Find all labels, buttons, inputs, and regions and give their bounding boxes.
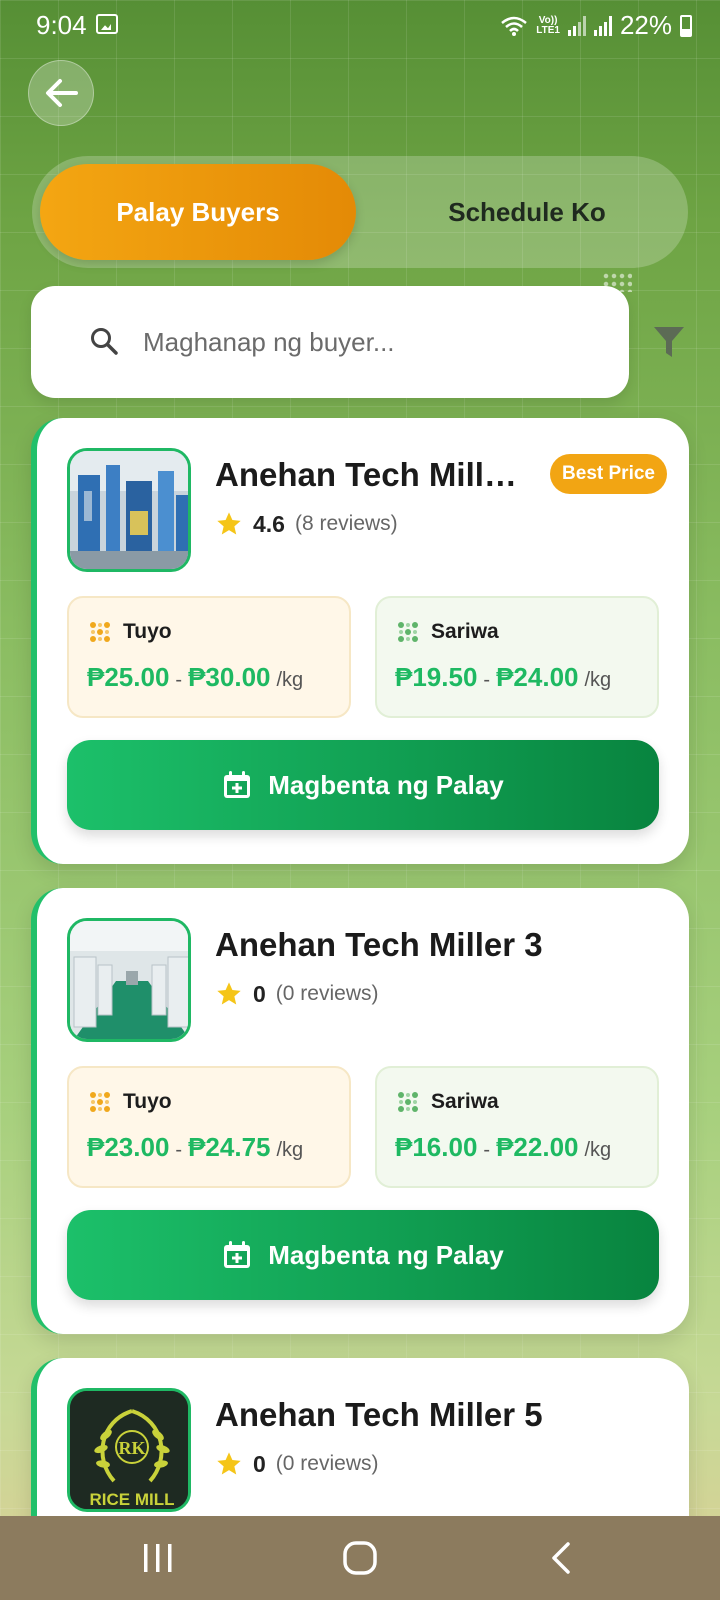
rating-value: 0 [253, 980, 266, 1007]
price-unit: /kg [276, 1139, 304, 1161]
price-dry-max: ₱30.00 [188, 662, 271, 692]
signal-1-icon [567, 15, 586, 36]
review-count: (0 reviews) [275, 1452, 379, 1475]
price-fresh-label: Sariwa [431, 1090, 499, 1113]
back-button[interactable] [28, 60, 94, 126]
price-dry-label: Tuyo [123, 620, 172, 643]
home-icon[interactable] [340, 1538, 380, 1578]
gallery-notification-icon [96, 14, 118, 34]
search-icon [91, 328, 118, 355]
rating-value: 4.6 [253, 510, 285, 537]
star-icon [217, 1452, 241, 1475]
rice-mill-logo: RK RICE MILL [70, 1391, 188, 1509]
price-dry-label: Tuyo [123, 1090, 172, 1113]
price-dry-max: ₱24.75 [188, 1132, 271, 1162]
price-unit: /kg [584, 1139, 612, 1161]
price-fresh-max: ₱24.00 [496, 662, 579, 692]
buyer-rating: 0 (0 reviews) [215, 980, 378, 1008]
price-dry-min: ₱23.00 [87, 1132, 170, 1162]
price-fresh-label: Sariwa [431, 620, 499, 643]
price-dry-box: Tuyo ₱23.00 - ₱24.75 /kg [67, 1066, 351, 1188]
tab-schedule-ko[interactable]: Schedule Ko [372, 164, 682, 260]
sell-palay-button[interactable]: Magbenta ng Palay [67, 740, 659, 830]
grain-dots-icon [398, 1092, 418, 1112]
grain-dots-icon [90, 1092, 110, 1112]
price-dry-min: ₱25.00 [87, 662, 170, 692]
grain-dots-icon [90, 622, 110, 642]
recent-apps-icon[interactable] [138, 1538, 178, 1578]
buyer-name[interactable]: Anehan Tech Miller 5 [215, 1396, 655, 1434]
review-count: (0 reviews) [275, 982, 379, 1005]
price-fresh-box: Sariwa ₱19.50 - ₱24.00 /kg [375, 596, 659, 718]
logo-initials: RK [119, 1438, 146, 1458]
back-nav-icon[interactable] [542, 1538, 582, 1578]
review-count: (8 reviews) [294, 512, 398, 535]
status-time: 9:04 [36, 10, 87, 40]
buyer-rating: 0 (0 reviews) [215, 1450, 378, 1478]
price-fresh-min: ₱19.50 [395, 662, 478, 692]
sell-palay-button[interactable]: Magbenta ng Palay [67, 1210, 659, 1300]
price-separator: - [483, 669, 491, 691]
price-unit: /kg [584, 669, 612, 691]
arrow-left-icon [46, 79, 78, 107]
price-fresh-box: Sariwa ₱16.00 - ₱22.00 /kg [375, 1066, 659, 1188]
price-dry-box: Tuyo ₱25.00 - ₱30.00 /kg [67, 596, 351, 718]
buyer-rating: 4.6 (8 reviews) [215, 510, 398, 538]
sell-palay-label: Magbenta ng Palay [268, 769, 504, 800]
network-type-label: Vo)) LTE1 [536, 14, 560, 36]
buyer-photo [67, 918, 191, 1042]
calendar-add-icon [224, 1241, 251, 1268]
signal-2-icon [593, 15, 612, 36]
price-unit: /kg [276, 669, 304, 691]
grain-dots-icon [398, 622, 418, 642]
search-input[interactable] [143, 316, 613, 368]
logo-rice-mill: RICE MILL [90, 1490, 175, 1509]
status-bar: 9:04 Vo)) LTE1 22% [0, 0, 720, 52]
price-separator: - [483, 1139, 491, 1161]
tab-palay-buyers[interactable]: Palay Buyers [40, 164, 356, 260]
system-nav-bar [0, 1516, 720, 1600]
buyer-logo: RK RICE MILL [67, 1388, 191, 1512]
buyer-card: Anehan Tech Miller... Best Price 4.6 (8 … [31, 418, 689, 864]
lte-label: LTE1 [536, 24, 560, 36]
star-icon [217, 982, 241, 1005]
buyer-name[interactable]: Anehan Tech Miller 3 [215, 926, 655, 964]
status-indicators: Vo)) LTE1 22% [500, 10, 692, 41]
sell-palay-label: Magbenta ng Palay [268, 1239, 504, 1270]
buyer-card: Anehan Tech Miller 3 0 (0 reviews) Tuyo … [31, 888, 689, 1334]
price-separator: - [175, 1139, 183, 1161]
price-fresh-min: ₱16.00 [395, 1132, 478, 1162]
best-price-badge: Best Price [550, 454, 667, 494]
buyer-name[interactable]: Anehan Tech Miller... [215, 456, 535, 494]
rating-value: 0 [253, 1450, 266, 1477]
search-box [31, 286, 629, 398]
wifi-icon [501, 16, 528, 36]
star-icon [217, 512, 241, 535]
battery-icon [680, 14, 692, 37]
battery-percent: 22% [619, 10, 672, 40]
price-fresh-max: ₱22.00 [496, 1132, 579, 1162]
price-separator: - [175, 669, 183, 691]
volte-label: Vo)) [538, 14, 558, 26]
filter-icon[interactable] [652, 324, 686, 360]
calendar-add-icon [224, 771, 251, 798]
buyer-photo [67, 448, 191, 572]
tab-bar: Palay Buyers Schedule Ko [32, 156, 688, 268]
